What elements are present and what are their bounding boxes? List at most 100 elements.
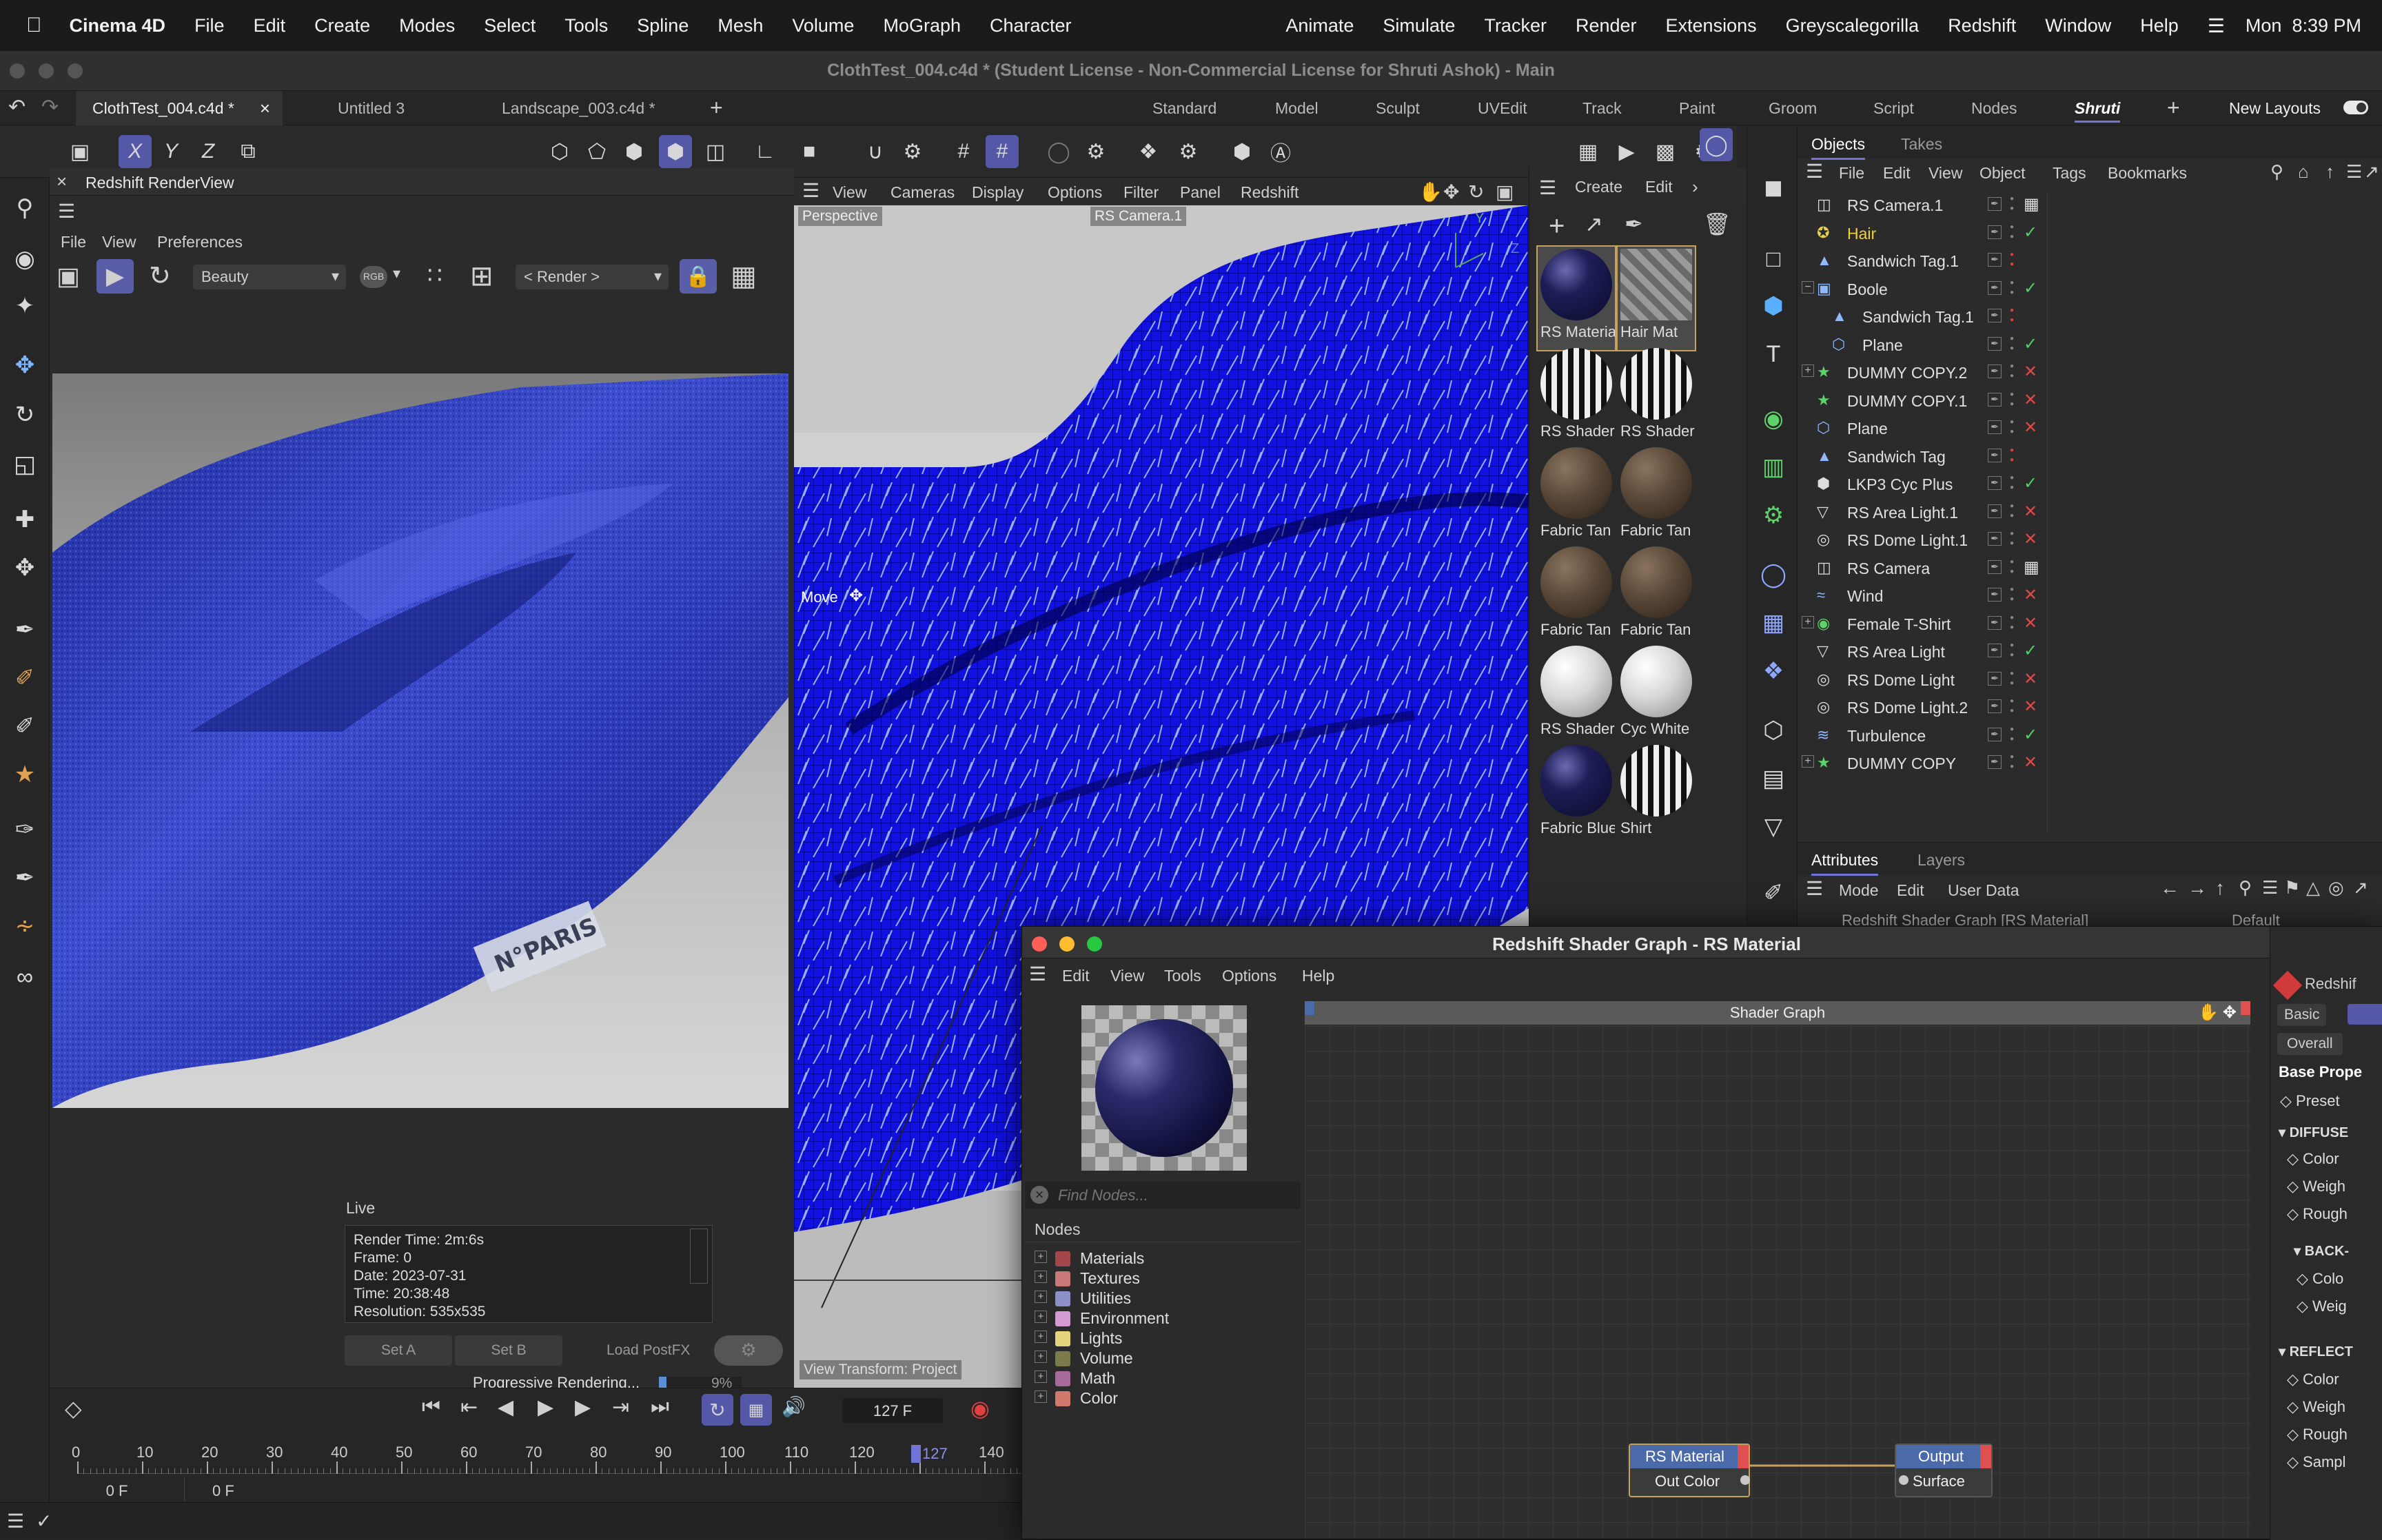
polygon-pen-icon[interactable]: ★ (7, 757, 43, 792)
move-tool-icon[interactable]: ✥ (7, 347, 43, 383)
visibility-dots[interactable]: ● ● (2010, 752, 2015, 772)
visibility-dots[interactable]: ● ● (2010, 418, 2015, 437)
sg-attr-tab-active[interactable] (2348, 1004, 2382, 1025)
edit-visibility-icon[interactable]: ✒ (1988, 309, 2002, 322)
node-category[interactable]: + Materials (1035, 1249, 1144, 1268)
visibility-dots[interactable]: ● ● (2010, 669, 2015, 688)
axis-x-button[interactable]: X (119, 135, 152, 168)
hamburger-menu-icon[interactable]: ☰ (1806, 160, 1823, 183)
object-name[interactable]: Plane (1847, 420, 1888, 438)
next-frame-icon[interactable]: ▶ (575, 1395, 591, 1419)
menu-help[interactable]: Help (2140, 15, 2179, 37)
add-layout-icon[interactable]: + (2167, 95, 2180, 121)
loop-icon[interactable]: ↻ (702, 1394, 733, 1426)
transform-tool-icon[interactable]: ✚ (7, 502, 43, 537)
refresh-icon[interactable]: ↻ (149, 260, 171, 291)
menu-mesh[interactable]: Mesh (717, 15, 763, 37)
attr-menu-userdata[interactable]: User Data (1948, 881, 2019, 900)
disabled-x-icon[interactable]: ✕ (2024, 529, 2037, 549)
light-icon[interactable]: ▽ (1755, 809, 1791, 845)
close-icon[interactable]: × (57, 171, 67, 192)
tab-attributes[interactable]: Attributes (1811, 851, 1879, 876)
brush-icon[interactable]: ✑ (7, 812, 43, 848)
node-category[interactable]: + Lights (1035, 1329, 1122, 1348)
disabled-x-icon[interactable]: ✕ (2024, 390, 2037, 410)
edit-visibility-icon[interactable]: ✒ (1988, 504, 2002, 518)
node-output[interactable]: Output Surface (1895, 1444, 1993, 1497)
layout-tab-model[interactable]: Model (1275, 99, 1319, 118)
edit-visibility-icon[interactable]: ✒ (1988, 727, 2002, 741)
aov-dropdown[interactable]: Beauty ▾ (193, 265, 346, 289)
visibility-dots[interactable]: ● ● (2010, 557, 2015, 577)
edit-visibility-icon[interactable]: ✒ (1988, 644, 2002, 657)
vp-menu-cameras[interactable]: Cameras (890, 183, 955, 202)
vp-menu-redshift[interactable]: Redshift (1241, 183, 1299, 202)
visibility-dots[interactable]: ● ● (2010, 362, 2015, 381)
disabled-x-icon[interactable]: ✕ (2024, 585, 2037, 605)
visibility-dots[interactable]: ● ● (2010, 473, 2015, 493)
grid-snap-icon[interactable]: # (986, 135, 1019, 168)
disabled-x-icon[interactable]: ✕ (2024, 362, 2037, 382)
clock[interactable]: Mon 8:39 PM (2246, 15, 2361, 37)
timeline-ruler[interactable]: 0 10 20 30 40 50 60 70 80 90 100 110 120 140 (72, 1444, 1021, 1474)
new-layouts-toggle[interactable] (2343, 101, 2368, 114)
rotate-view-icon[interactable]: ↻ (1468, 181, 1484, 203)
sg-attr-diffuse-header[interactable]: ▾ DIFFUSE (2279, 1124, 2348, 1141)
solo-icon[interactable]: ■ (793, 135, 826, 168)
rv-menu-file[interactable]: File (61, 233, 86, 251)
material-swatch[interactable]: RS Shader (1618, 346, 1695, 449)
polygons-mode-icon[interactable]: ⬢ (618, 135, 651, 168)
object-name[interactable]: RS Camera (1847, 559, 1930, 578)
symmetry-icon[interactable]: ❖ (1132, 135, 1165, 168)
object-name[interactable]: Sandwich Tag.1 (1862, 308, 1974, 327)
enabled-check-icon[interactable]: ✓ (2024, 473, 2037, 493)
axis-y-button[interactable]: Y (154, 135, 187, 168)
doc-tab-landscape[interactable]: Landscape_003.c4d * (502, 91, 695, 125)
disabled-x-icon[interactable]: ✕ (2024, 613, 2037, 633)
snap-magnet-icon[interactable]: ∪ (859, 135, 892, 168)
sg-attr-diffuse-roughness[interactable]: ◇ Rough (2287, 1205, 2348, 1223)
object-name[interactable]: RS Dome Light.1 (1847, 531, 1968, 550)
visibility-dots[interactable]: ● ● (2010, 613, 2015, 633)
playhead[interactable] (911, 1445, 921, 1463)
range-end-field[interactable]: 0 F (192, 1478, 261, 1501)
obj-menu-view[interactable]: View (1928, 164, 1962, 183)
cloner-icon[interactable]: ◉ (1755, 401, 1791, 437)
material-swatch[interactable]: Fabric Tan (1618, 445, 1695, 548)
menu-edit[interactable]: Edit (254, 15, 286, 37)
target-icon[interactable]: ◎ (2328, 877, 2344, 899)
camera-tag-icon[interactable]: ▦ (2024, 194, 2039, 214)
shader-graph-canvas[interactable]: Shader Graph ✋ ✥ RS Material Out Color O… (1305, 1001, 2250, 1539)
new-layouts-label[interactable]: New Layouts (2229, 99, 2321, 118)
layout-tab-uvedit[interactable]: UVEdit (1478, 99, 1527, 118)
object-row[interactable]: ▲ Sandwich Tag.1 ✒ ● ● (1798, 303, 2382, 331)
cube-icon[interactable]: ⬢ (1755, 288, 1791, 324)
object-name[interactable]: DUMMY COPY.2 (1847, 364, 1967, 382)
object-name[interactable]: Sandwich Tag (1847, 448, 1946, 466)
sg-menu-help[interactable]: Help (1302, 967, 1334, 985)
lock-workplane-icon[interactable]: ⬢ (1225, 135, 1259, 168)
material-swatch[interactable]: RS Shader (1538, 644, 1615, 747)
bookmark-icon[interactable]: ⚑ (2284, 877, 2300, 899)
node-category[interactable]: + Math (1035, 1369, 1115, 1388)
menu-select[interactable]: Select (484, 15, 536, 37)
menu-extensions[interactable]: Extensions (1666, 15, 1757, 37)
expand-icon[interactable]: + (1035, 1370, 1047, 1383)
object-name[interactable]: Hair (1847, 225, 1876, 243)
layout-tab-standard[interactable]: Standard (1152, 99, 1217, 118)
play-icon[interactable]: ▶ (538, 1395, 553, 1419)
material-swatch[interactable]: Fabric Tan (1538, 445, 1615, 548)
go-to-start-icon[interactable]: ⏮ (422, 1395, 440, 1419)
node-category[interactable]: + Volume (1035, 1349, 1133, 1368)
sg-attr-reflect-weight[interactable]: ◇ Weigh (2287, 1398, 2345, 1416)
clapper-icon[interactable]: ▣ (57, 262, 80, 291)
sg-attr-back-weight[interactable]: ◇ Weig (2297, 1297, 2347, 1315)
scale-tool-icon[interactable]: ◱ (7, 446, 43, 482)
vp-menu-panel[interactable]: Panel (1180, 183, 1221, 202)
menu-character[interactable]: Character (990, 15, 1072, 37)
hamburger-menu-icon[interactable]: ☰ (58, 200, 75, 223)
edges-mode-icon[interactable]: ⬠ (580, 135, 613, 168)
menu-volume[interactable]: Volume (792, 15, 854, 37)
material-swatch[interactable]: Fabric Blue (1538, 743, 1615, 846)
forward-arrow-icon[interactable]: → (2188, 877, 2207, 899)
